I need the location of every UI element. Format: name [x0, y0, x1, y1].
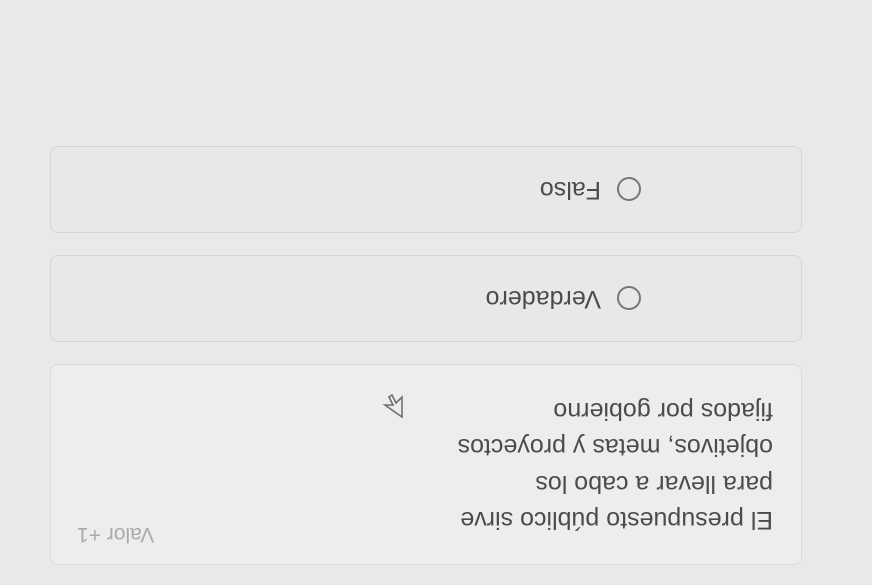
option-false[interactable]: Falso — [50, 146, 802, 233]
question-text: El presupuesto público sirve para llevar… — [443, 393, 773, 538]
radio-unchecked-icon — [617, 178, 641, 202]
cursor-icon — [382, 391, 406, 419]
option-true[interactable]: Verdadero — [50, 255, 802, 342]
question-card: Valor +1 El presupuesto público sirve pa… — [50, 364, 802, 565]
radio-unchecked-icon — [617, 287, 641, 311]
option-label: Falso — [540, 175, 601, 204]
points-label: Valor +1 — [77, 522, 154, 546]
option-label: Verdadero — [486, 284, 601, 313]
